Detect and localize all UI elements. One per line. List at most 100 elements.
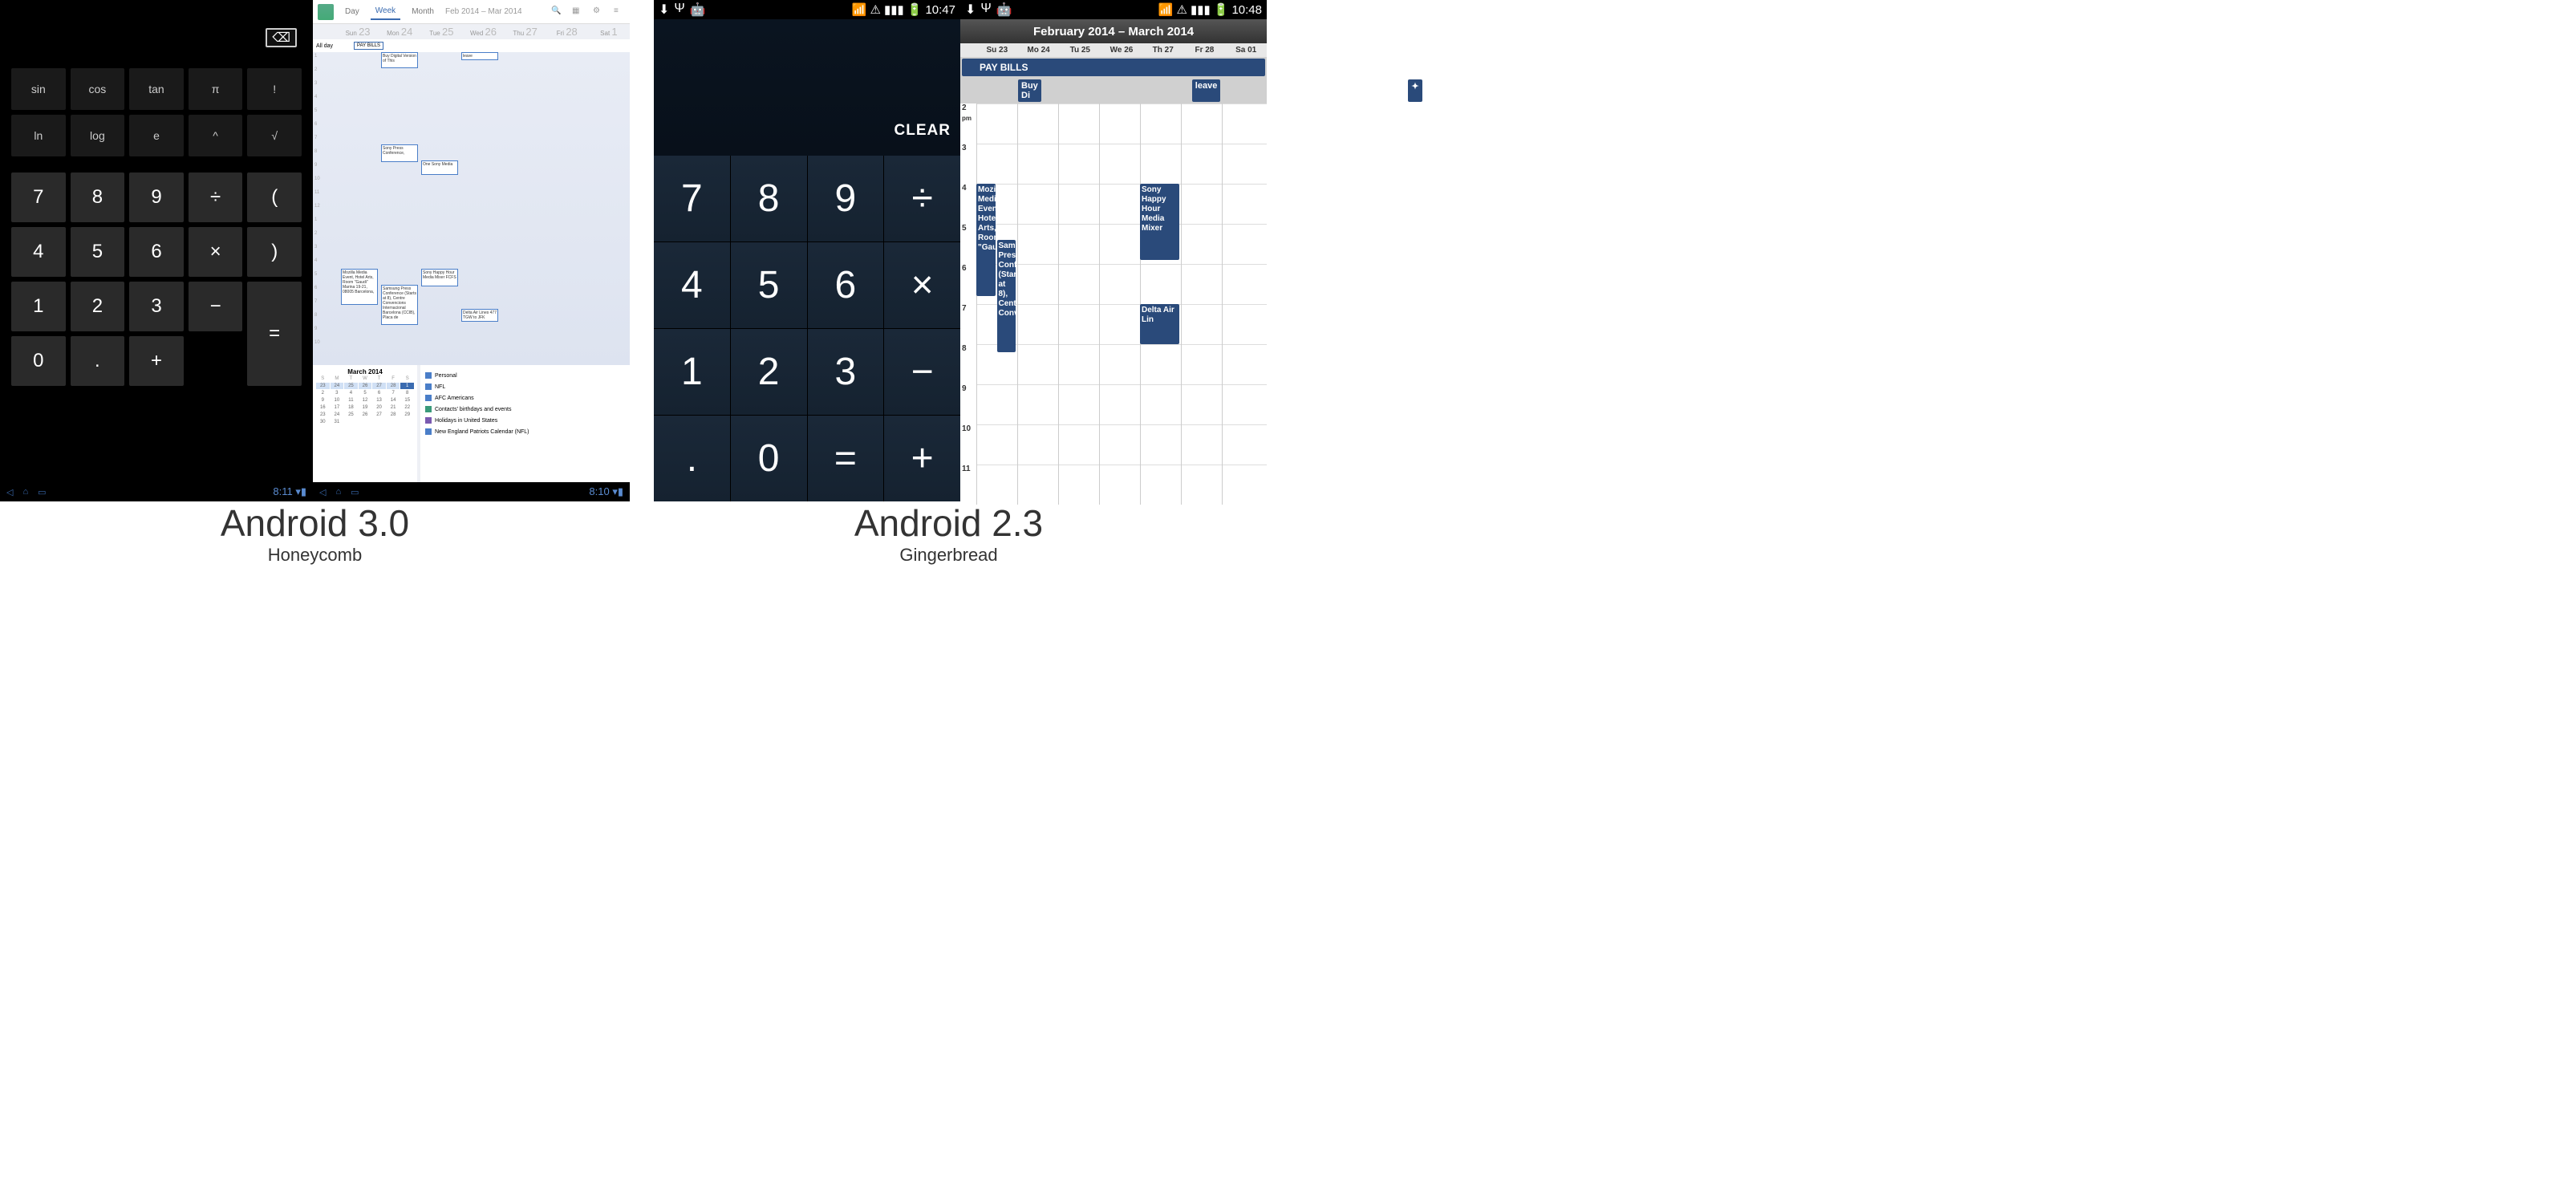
week-grid[interactable]: 234567891011pmMozilla Media Event, Hotel… [960, 103, 1267, 505]
mini-day[interactable]: 30 [316, 419, 330, 425]
calendar-event[interactable]: Mozilla Media Event, Hotel Arts, Room "G… [976, 184, 996, 296]
mini-day[interactable]: 28 [387, 412, 400, 418]
mini-month[interactable]: March 2014 SMTWTFS2324252627281234567891… [313, 365, 417, 493]
calc-key-6[interactable]: 6 [808, 242, 884, 328]
mini-day[interactable]: 31 [331, 419, 344, 425]
calc-key-9[interactable]: 9 [808, 156, 884, 241]
calc-key-π[interactable]: π [189, 68, 243, 110]
mini-day[interactable]: 5 [359, 390, 372, 396]
calc-key-√[interactable]: √ [247, 115, 302, 156]
calc-key-−[interactable]: − [189, 282, 243, 331]
mini-day[interactable]: 23 [316, 412, 330, 418]
mini-day[interactable]: 11 [344, 397, 358, 404]
calc-key-)[interactable]: ) [247, 227, 302, 277]
mini-day[interactable]: 24 [331, 383, 344, 389]
calendar-event[interactable]: One Sony Media [421, 160, 458, 175]
day-header[interactable]: We 26 [1101, 46, 1142, 55]
day-header[interactable]: Th 27 [1142, 46, 1184, 55]
tab-day[interactable]: Day [340, 4, 364, 19]
day-header[interactable]: Sat 1 [588, 26, 630, 38]
calc-key-0[interactable]: 0 [11, 336, 66, 386]
calendar-event[interactable]: leave [461, 52, 498, 60]
day-header[interactable]: Tue 25 [420, 26, 462, 38]
calc-key-6[interactable]: 6 [129, 227, 184, 277]
day-header[interactable]: Mo 24 [1018, 46, 1060, 55]
calc-key-ln[interactable]: ln [11, 115, 66, 156]
calendar-event[interactable]: Buy Digital Version of This [381, 52, 418, 68]
calc-key-sin[interactable]: sin [11, 68, 66, 110]
legend-item[interactable]: AFC Americans [425, 392, 625, 404]
calendar-app-icon[interactable] [318, 4, 334, 20]
day-header[interactable]: Fri 28 [546, 26, 588, 38]
delete-button[interactable]: ⌫ [266, 28, 297, 47]
allday-event[interactable]: PAY BILLS [354, 42, 383, 50]
mini-day[interactable]: 19 [359, 404, 372, 411]
clear-button[interactable]: CLEAR [895, 122, 951, 140]
mini-day[interactable]: 26 [359, 412, 372, 418]
mini-day[interactable]: 10 [331, 397, 344, 404]
day-header[interactable]: Sa 01 [1225, 46, 1267, 55]
mini-day[interactable]: 29 [400, 412, 414, 418]
legend-item[interactable]: Holidays in United States [425, 415, 625, 426]
calc-key-4[interactable]: 4 [654, 242, 730, 328]
mini-day[interactable]: 28 [387, 383, 400, 389]
back-icon[interactable]: ◁ [319, 487, 326, 497]
tab-month[interactable]: Month [407, 4, 439, 19]
mini-day[interactable]: 6 [372, 390, 386, 396]
mini-day[interactable] [344, 419, 358, 425]
day-header[interactable]: Su 23 [976, 46, 1018, 55]
mini-day[interactable]: 7 [387, 390, 400, 396]
day-header[interactable]: Fr 28 [1184, 46, 1226, 55]
calc-key-5[interactable]: 5 [71, 227, 125, 277]
date-range[interactable]: Feb 2014 – Mar 2014 [445, 7, 522, 16]
mini-day[interactable]: 2 [316, 390, 330, 396]
legend-item[interactable]: NFL [425, 381, 625, 392]
day-header[interactable]: Mon 24 [379, 26, 420, 38]
day-header[interactable]: Tu 25 [1059, 46, 1101, 55]
mini-day[interactable] [400, 419, 414, 425]
allday-event[interactable]: PAY BILLS [962, 59, 1265, 76]
calc-key-+[interactable]: + [884, 416, 960, 501]
mini-day[interactable]: 24 [331, 412, 344, 418]
search-icon[interactable]: 🔍 [551, 6, 562, 18]
calc-key-÷[interactable]: ÷ [884, 156, 960, 241]
home-icon[interactable]: ⌂ [22, 487, 28, 497]
legend-item[interactable]: Contacts' birthdays and events [425, 404, 625, 415]
legend-item[interactable]: Personal [425, 370, 625, 381]
day-header[interactable]: Sun 23 [337, 26, 379, 38]
calc-key-.[interactable]: . [654, 416, 730, 501]
calc-key-8[interactable]: 8 [71, 172, 125, 222]
calc-key-7[interactable]: 7 [11, 172, 66, 222]
today-icon[interactable]: ▦ [572, 6, 583, 18]
controls-icon[interactable]: ⚙ [593, 6, 604, 18]
mini-day[interactable]: 3 [331, 390, 344, 396]
calendar-event[interactable]: Delta Air Lines 477 TGW to JFK [461, 309, 498, 322]
recents-icon[interactable]: ▭ [38, 487, 46, 497]
calendar-event[interactable]: Delta Air Lin [1140, 304, 1179, 344]
calc-key-7[interactable]: 7 [654, 156, 730, 241]
mini-day[interactable] [387, 419, 400, 425]
event-chip[interactable]: leave [1192, 79, 1221, 102]
calendar-event[interactable]: Sony Happy Hour Media Mixer FCFS [421, 269, 458, 286]
calc-key-0[interactable]: 0 [731, 416, 807, 501]
calc-key-([interactable]: ( [247, 172, 302, 222]
legend-item[interactable]: New England Patriots Calendar (NFL) [425, 426, 625, 437]
calc-key-cos[interactable]: cos [71, 68, 125, 110]
calendar-event[interactable]: Sony Press Conference, [381, 144, 418, 162]
calc-key-+[interactable]: + [129, 336, 184, 386]
mini-day[interactable]: 22 [400, 404, 414, 411]
mini-day[interactable]: 4 [344, 390, 358, 396]
mini-day[interactable]: 1 [400, 383, 414, 389]
mini-day[interactable]: 15 [400, 397, 414, 404]
mini-day[interactable]: 18 [344, 404, 358, 411]
event-chip[interactable]: ✦ [1408, 79, 1422, 102]
calc-key-×[interactable]: × [189, 227, 243, 277]
mini-day[interactable]: 27 [372, 383, 386, 389]
mini-day[interactable] [359, 419, 372, 425]
day-header[interactable]: Wed 26 [462, 26, 504, 38]
mini-day[interactable]: 16 [316, 404, 330, 411]
week-grid[interactable]: 12345678910111212345678910Buy Digital Ve… [313, 52, 630, 365]
calc-key-÷[interactable]: ÷ [189, 172, 243, 222]
calendar-event[interactable]: Samsung Press Conference (Starts at 8), … [381, 285, 418, 325]
mini-day[interactable]: 21 [387, 404, 400, 411]
